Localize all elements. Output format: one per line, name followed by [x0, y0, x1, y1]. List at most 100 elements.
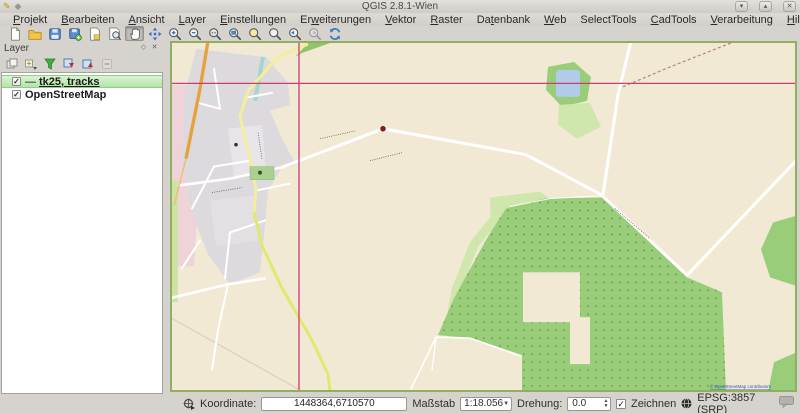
zoom-to-layer-button[interactable] [265, 26, 284, 41]
mag-plus-icon [168, 27, 182, 41]
page-fold-icon [88, 27, 102, 41]
floppy-plus-icon [68, 27, 82, 41]
crs-globe-icon[interactable] [681, 398, 692, 409]
collapse-all-button[interactable] [81, 57, 95, 71]
menu-datenbank[interactable]: Datenbank [470, 14, 537, 26]
layer-visibility-button[interactable] [24, 57, 38, 71]
save-project-button[interactable] [45, 26, 64, 41]
zoom-next-button [305, 26, 324, 41]
render-checkbox[interactable]: ✓ [616, 399, 626, 409]
layer-list: ✓—tk25, tracks✓OpenStreetMap [1, 72, 163, 394]
layer-checkbox[interactable]: ✓ [12, 77, 21, 86]
map-park-icon [258, 171, 262, 175]
composer-manager-button[interactable] [105, 26, 124, 41]
expand-icon [63, 58, 75, 70]
map-attribution: © OpenStreetMap contributors [710, 383, 772, 389]
panel-splitter[interactable] [163, 41, 170, 394]
filter-legend-button[interactable] [43, 57, 57, 71]
map-clearing1 [523, 272, 580, 322]
menu-bearbeiten[interactable]: Bearbeiten [54, 14, 121, 26]
page-mag-icon [108, 27, 122, 41]
messages-icon[interactable] [779, 396, 794, 411]
layer-item-openstreetmap[interactable]: ✓ OpenStreetMap [2, 88, 162, 101]
arrows4-icon [148, 27, 162, 41]
menu-layer[interactable]: Layer [172, 14, 214, 26]
rotation-value: 0.0 [568, 398, 603, 409]
layer-line-symbol: — [25, 76, 35, 88]
pan-map-button[interactable] [125, 26, 144, 41]
layer-label: OpenStreetMap [25, 89, 106, 101]
layer-item-tk25-tracks[interactable]: ✓—tk25, tracks [2, 75, 162, 88]
zoom-full-button[interactable] [225, 26, 244, 41]
coordinate-label: Koordinate: [200, 398, 256, 410]
scale-select[interactable]: 1:18.056 ▼ [460, 397, 512, 411]
menu-hilfe[interactable]: Hilfe [780, 14, 800, 26]
zoom-native-button[interactable] [205, 26, 224, 41]
mag-plain-icon [268, 27, 282, 41]
zoom-last-button[interactable] [285, 26, 304, 41]
collapse-icon [82, 58, 94, 70]
scale-label: Maßstab [412, 398, 455, 410]
menu-erweiterungen[interactable]: Erweiterungen [293, 14, 378, 26]
map-clearing2 [570, 317, 590, 364]
maximize-button[interactable]: ▴ [759, 1, 772, 12]
layer-checkbox[interactable]: ✓ [12, 90, 21, 99]
menu-einstellungen[interactable]: Einstellungen [213, 14, 293, 26]
mag-full-icon [228, 27, 242, 41]
coordinate-input[interactable]: 1448364,6710570 [261, 397, 407, 411]
menu-selecttools[interactable]: SelectTools [573, 14, 643, 26]
render-label: Zeichnen [631, 398, 676, 410]
menu-vektor[interactable]: Vektor [378, 14, 423, 26]
map-park [250, 167, 274, 180]
mag-last-icon [288, 27, 302, 41]
refresh-map-button[interactable] [325, 26, 344, 41]
titlebar: ✎ ◆ QGIS 2.8.1-Wien ▾ ▴ ✕ [0, 0, 800, 13]
panel-float-icon[interactable]: ◇ [138, 43, 149, 53]
mag-next-icon [308, 27, 322, 41]
crs-status[interactable]: EPSG:3857 (SRP) [697, 392, 774, 413]
new-project-button[interactable] [5, 26, 24, 41]
mag-sel-icon [248, 27, 262, 41]
folder-icon [28, 27, 42, 41]
refresh-icon [328, 27, 342, 41]
zoom-in-button[interactable] [165, 26, 184, 41]
add-group-button[interactable] [5, 57, 19, 71]
main-toolbar [0, 26, 800, 41]
panel-close-icon[interactable]: ✕ [149, 43, 160, 53]
menu-web[interactable]: Web [537, 14, 573, 26]
main-area: Layer ◇ ✕ ✓—tk25, tracks✓OpenStreetMap [0, 41, 800, 394]
save-project-as-button[interactable] [65, 26, 84, 41]
hand-icon [128, 27, 142, 41]
stack-icon [6, 58, 18, 70]
page-icon [8, 27, 22, 41]
funnel-icon [44, 58, 56, 70]
map-poi-icon [234, 143, 238, 147]
map-canvas[interactable]: © OpenStreetMap contributors [170, 41, 797, 392]
window-title: QGIS 2.8.1-Wien [0, 1, 800, 12]
rotation-spinner[interactable]: 0.0 ▲▼ [567, 397, 611, 411]
layers-panel: Layer ◇ ✕ ✓—tk25, tracks✓OpenStreetMap [1, 41, 163, 394]
zoom-to-selection-button[interactable] [245, 26, 264, 41]
pan-to-selection-button[interactable] [145, 26, 164, 41]
coordinate-capture-icon[interactable] [183, 398, 195, 410]
menu-raster[interactable]: Raster [423, 14, 469, 26]
mag-native-icon [208, 27, 222, 41]
map-village-light2 [210, 196, 258, 247]
menu-verarbeitung[interactable]: Verarbeitung [704, 14, 780, 26]
mag-minus-icon [188, 27, 202, 41]
status-bar: Koordinate: 1448364,6710570 Maßstab 1:18… [0, 394, 800, 413]
rotation-label: Drehung: [517, 398, 562, 410]
zoom-out-button[interactable] [185, 26, 204, 41]
floppy-icon [48, 27, 62, 41]
layers-panel-title: Layer [4, 43, 138, 54]
menu-cadtools[interactable]: CadTools [644, 14, 704, 26]
close-button[interactable]: ✕ [783, 1, 796, 12]
open-project-button[interactable] [25, 26, 44, 41]
expr-icon [25, 58, 37, 70]
menu-ansicht[interactable]: Ansicht [121, 14, 171, 26]
spinner-arrows-icon[interactable]: ▲▼ [603, 399, 610, 409]
expand-all-button[interactable] [62, 57, 76, 71]
new-print-composer-button[interactable] [85, 26, 104, 41]
minimize-button[interactable]: ▾ [735, 1, 748, 12]
menu-projekt[interactable]: Projekt [6, 14, 54, 26]
